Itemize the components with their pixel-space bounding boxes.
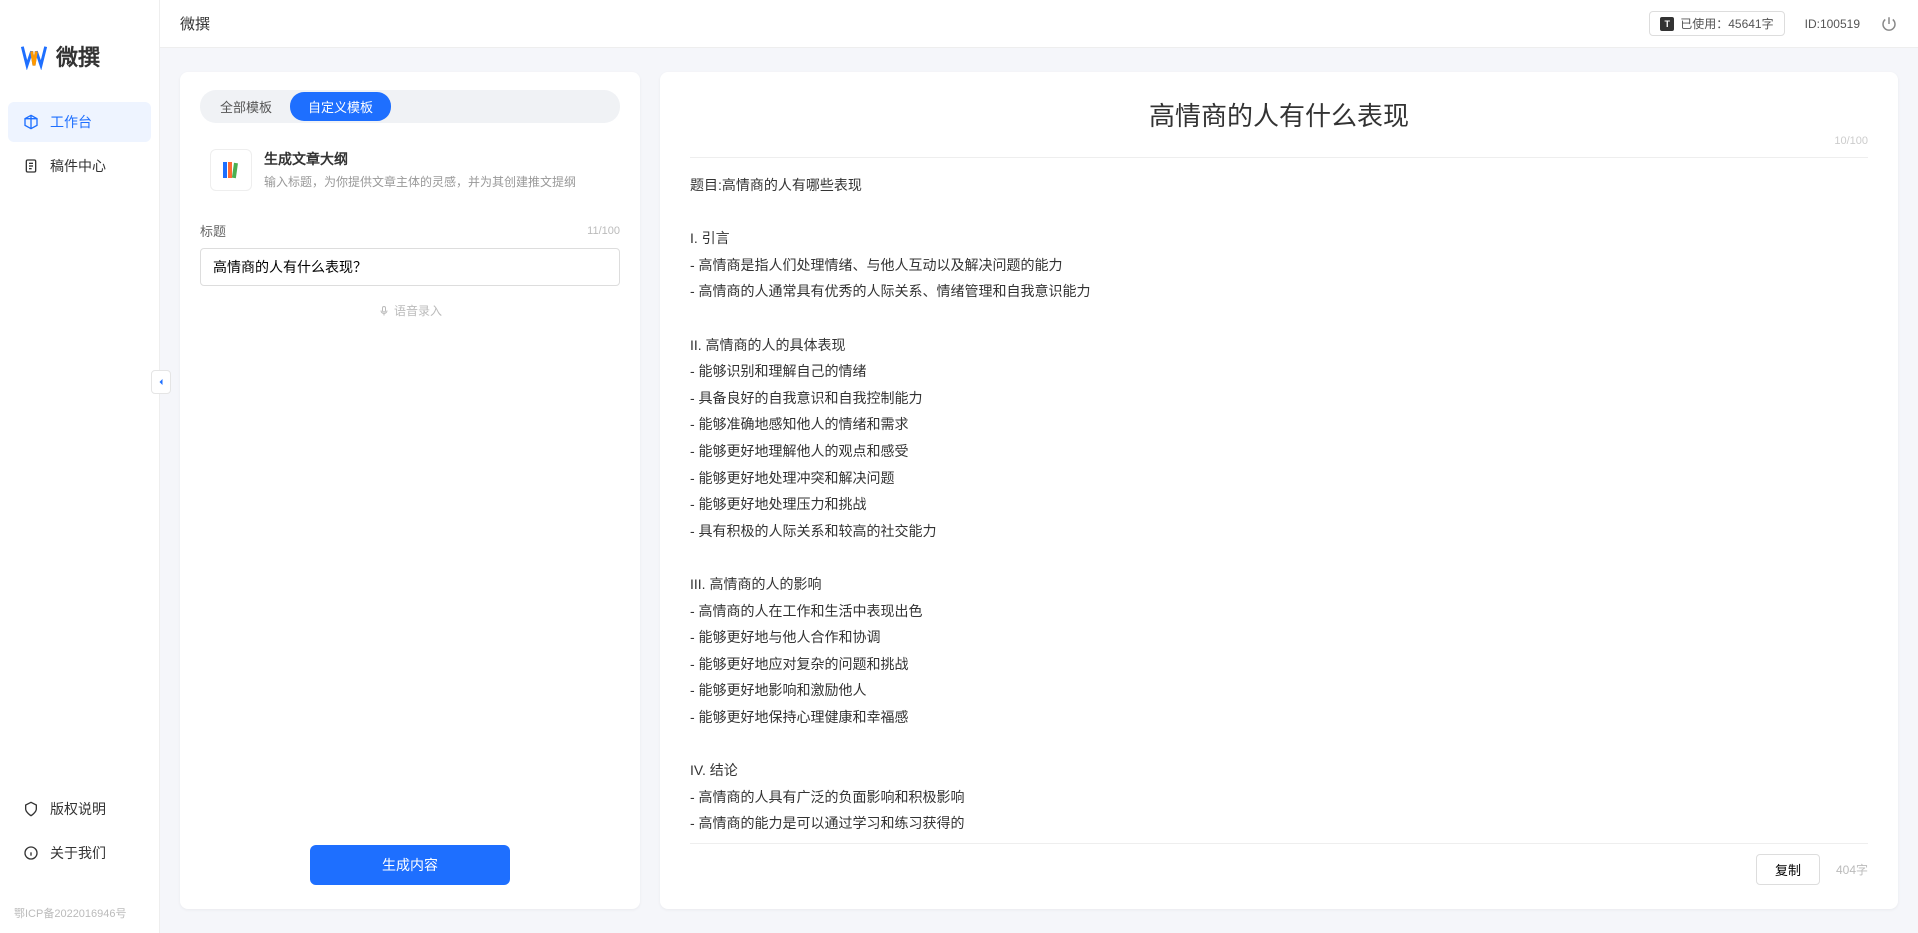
- logo-icon: [20, 42, 48, 70]
- output-body[interactable]: 题目:高情商的人有哪些表现 I. 引言 - 高情商是指人们处理情绪、与他人互动以…: [690, 172, 1868, 831]
- logo: 微撰: [0, 0, 159, 102]
- nav-drafts[interactable]: 稿件中心: [8, 146, 151, 186]
- output-word-count: 404字: [1836, 861, 1868, 878]
- books-icon: [210, 149, 252, 191]
- chevron-left-icon: [155, 376, 167, 388]
- cube-icon: [22, 113, 40, 131]
- usage-badge[interactable]: T 已使用：45641字: [1649, 11, 1784, 36]
- tab-all-templates[interactable]: 全部模板: [202, 92, 290, 121]
- copy-button[interactable]: 复制: [1756, 854, 1820, 885]
- document-icon: [22, 157, 40, 175]
- logo-text: 微撰: [56, 40, 100, 72]
- sidebar: 微撰 工作台 稿件中心 版权说明 关于我们 鄂ICP备2022016946号: [0, 0, 160, 933]
- nav-label: 工作台: [50, 112, 92, 132]
- input-panel: 全部模板 自定义模板 生成文章大纲 输入标题，为你提供文章主体的灵感，并为其创建…: [180, 72, 640, 909]
- template-tabs: 全部模板 自定义模板: [200, 90, 620, 123]
- info-icon: [22, 844, 40, 862]
- main-nav: 工作台 稿件中心: [0, 102, 159, 781]
- user-id: ID:100519: [1805, 17, 1860, 31]
- tab-custom-templates[interactable]: 自定义模板: [290, 92, 391, 121]
- nav-label: 版权说明: [50, 799, 106, 819]
- template-desc: 输入标题，为你提供文章主体的灵感，并为其创建推文提纲: [264, 173, 610, 190]
- microphone-icon: [378, 305, 390, 317]
- generate-button[interactable]: 生成内容: [310, 845, 510, 885]
- output-title[interactable]: 高情商的人有什么表现: [690, 96, 1868, 133]
- template-card[interactable]: 生成文章大纲 输入标题，为你提供文章主体的灵感，并为其创建推文提纲: [200, 139, 620, 201]
- sidebar-collapse-button[interactable]: [151, 370, 171, 394]
- usage-text: 已使用：45641字: [1680, 15, 1773, 32]
- voice-input-button[interactable]: 语音录入: [200, 302, 620, 319]
- output-title-count: 10/100: [1834, 135, 1868, 147]
- nav-about[interactable]: 关于我们: [8, 833, 151, 873]
- shield-icon: [22, 800, 40, 818]
- main: 微撰 T 已使用：45641字 ID:100519 全部模板 自定义模板: [160, 0, 1918, 933]
- power-icon[interactable]: [1880, 15, 1898, 33]
- title-input[interactable]: [200, 248, 620, 286]
- nav-label: 关于我们: [50, 843, 106, 863]
- divider: [690, 157, 1868, 158]
- output-panel: 高情商的人有什么表现 10/100 题目:高情商的人有哪些表现 I. 引言 - …: [660, 72, 1898, 909]
- footer-nav: 版权说明 关于我们: [0, 781, 159, 885]
- topbar: 微撰 T 已使用：45641字 ID:100519: [160, 0, 1918, 48]
- nav-copyright[interactable]: 版权说明: [8, 789, 151, 829]
- nav-label: 稿件中心: [50, 156, 106, 176]
- title-field-label: 标题: [200, 221, 226, 240]
- title-char-count: 11/100: [587, 225, 620, 237]
- template-title: 生成文章大纲: [264, 149, 610, 169]
- icp-text: 鄂ICP备2022016946号: [0, 905, 159, 933]
- nav-workspace[interactable]: 工作台: [8, 102, 151, 142]
- text-icon: T: [1660, 17, 1674, 31]
- page-title: 微撰: [180, 13, 210, 34]
